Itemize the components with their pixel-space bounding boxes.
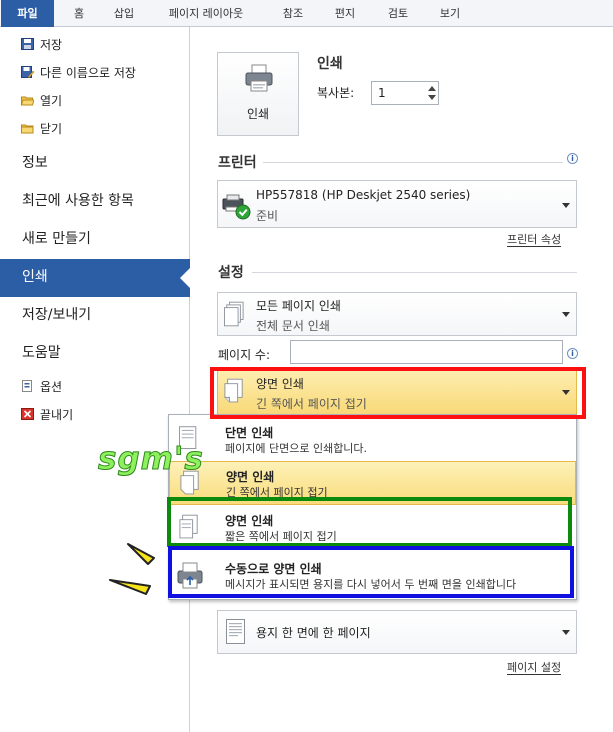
duplex-options-popup: 단면 인쇄 페이지에 단면으로 인쇄합니다. 양면 인쇄 긴 쪽에서 페이지 접… xyxy=(168,414,577,600)
ribbon-tab-bar: 파일 홈 삽입 페이지 레이아웃 참조 편지 검토 보기 xyxy=(0,0,613,27)
nav-open[interactable]: 열기 xyxy=(20,91,62,111)
tab-references[interactable]: 참조 xyxy=(273,0,313,27)
option-manual-duplex[interactable]: 수동으로 양면 인쇄 메시지가 표시되면 용지를 다시 넣어서 두 번째 면을 … xyxy=(169,554,576,598)
spin-up-icon[interactable] xyxy=(428,86,436,91)
print-button[interactable]: 인쇄 xyxy=(217,52,299,136)
chevron-down-icon xyxy=(562,390,570,395)
pages-input[interactable] xyxy=(290,340,563,364)
printer-dropdown[interactable]: HP557818 (HP Deskjet 2540 series) 준비 xyxy=(217,180,577,228)
all-pages-icon xyxy=(224,301,244,327)
duplex-dropdown[interactable]: 양면 인쇄 긴 쪽에서 페이지 접기 xyxy=(217,369,577,415)
printer-divider xyxy=(263,162,563,163)
chevron-down-icon xyxy=(562,312,570,317)
print-section-title: 인쇄 xyxy=(317,56,343,72)
nav-options[interactable]: 옵션 xyxy=(21,377,62,397)
folder-open-icon xyxy=(20,92,35,106)
option-duplex-short-edge[interactable]: 양면 인쇄 짧은 쪽에서 페이지 접기 xyxy=(169,506,576,550)
single-page-icon xyxy=(226,619,245,644)
folder-close-icon xyxy=(21,120,34,134)
exit-icon xyxy=(21,406,34,420)
nav-info[interactable]: 정보 xyxy=(22,151,48,175)
print-range-dropdown[interactable]: 모든 페이지 인쇄 전체 문서 인쇄 xyxy=(217,292,577,336)
manual-duplex-icon xyxy=(177,562,203,589)
pages-per-sheet-dropdown[interactable]: 용지 한 면에 한 페이지 xyxy=(217,610,577,654)
printer-properties-link[interactable]: 프린터 속성 xyxy=(507,233,562,247)
nav-new[interactable]: 새로 만들기 xyxy=(22,227,91,251)
nav-recent[interactable]: 최근에 사용한 항목 xyxy=(22,189,134,213)
option-single-sided[interactable]: 단면 인쇄 페이지에 단면으로 인쇄합니다. xyxy=(169,418,576,462)
printer-status-icon xyxy=(222,194,251,220)
settings-section-title: 설정 xyxy=(218,265,244,281)
save-as-icon xyxy=(21,64,35,79)
info-icon[interactable]: i xyxy=(567,348,578,359)
tab-page-layout[interactable]: 페이지 레이아웃 xyxy=(152,0,260,27)
tab-home[interactable]: 홈 xyxy=(64,0,94,27)
chevron-down-icon xyxy=(562,203,570,208)
tab-review[interactable]: 검토 xyxy=(378,0,418,27)
printer-section-title: 프린터 xyxy=(218,155,257,171)
options-icon xyxy=(21,378,34,392)
spin-down-icon[interactable] xyxy=(428,95,436,100)
nav-print[interactable]: 인쇄 xyxy=(0,259,190,297)
option-duplex-long-edge[interactable]: 양면 인쇄 긴 쪽에서 페이지 접기 xyxy=(169,461,576,505)
duplex-short-edge-icon xyxy=(179,514,198,539)
pages-label: 페이지 수: xyxy=(218,348,271,362)
watermark-text: sgm's xyxy=(98,441,204,478)
settings-divider xyxy=(252,272,577,273)
copies-label: 복사본: xyxy=(317,86,355,100)
info-icon[interactable]: i xyxy=(567,153,578,164)
nav-save[interactable]: 저장 xyxy=(21,35,62,55)
page-setup-link[interactable]: 페이지 설정 xyxy=(507,661,562,675)
nav-save-send[interactable]: 저장/보내기 xyxy=(22,303,91,327)
attention-spark-icon xyxy=(109,543,155,595)
printer-icon xyxy=(245,64,273,92)
active-pointer-arrow xyxy=(180,268,190,288)
tab-mailings[interactable]: 편지 xyxy=(325,0,365,27)
nav-save-as[interactable]: 다른 이름으로 저장 xyxy=(21,63,136,83)
tab-view[interactable]: 보기 xyxy=(430,0,470,27)
duplex-long-edge-icon xyxy=(224,378,243,403)
save-icon xyxy=(21,36,34,50)
chevron-down-icon xyxy=(562,630,570,635)
tab-insert[interactable]: 삽입 xyxy=(106,0,142,27)
tab-file[interactable]: 파일 xyxy=(1,0,54,27)
backstage-nav: 저장 다른 이름으로 저장 열기 닫기 정보 최근에 사용한 항목 새로 만들기… xyxy=(0,27,190,732)
nav-help[interactable]: 도움말 xyxy=(22,341,61,365)
nav-close[interactable]: 닫기 xyxy=(21,119,62,139)
copies-stepper[interactable]: 1 xyxy=(371,81,439,105)
nav-exit[interactable]: 끝내기 xyxy=(21,405,73,425)
